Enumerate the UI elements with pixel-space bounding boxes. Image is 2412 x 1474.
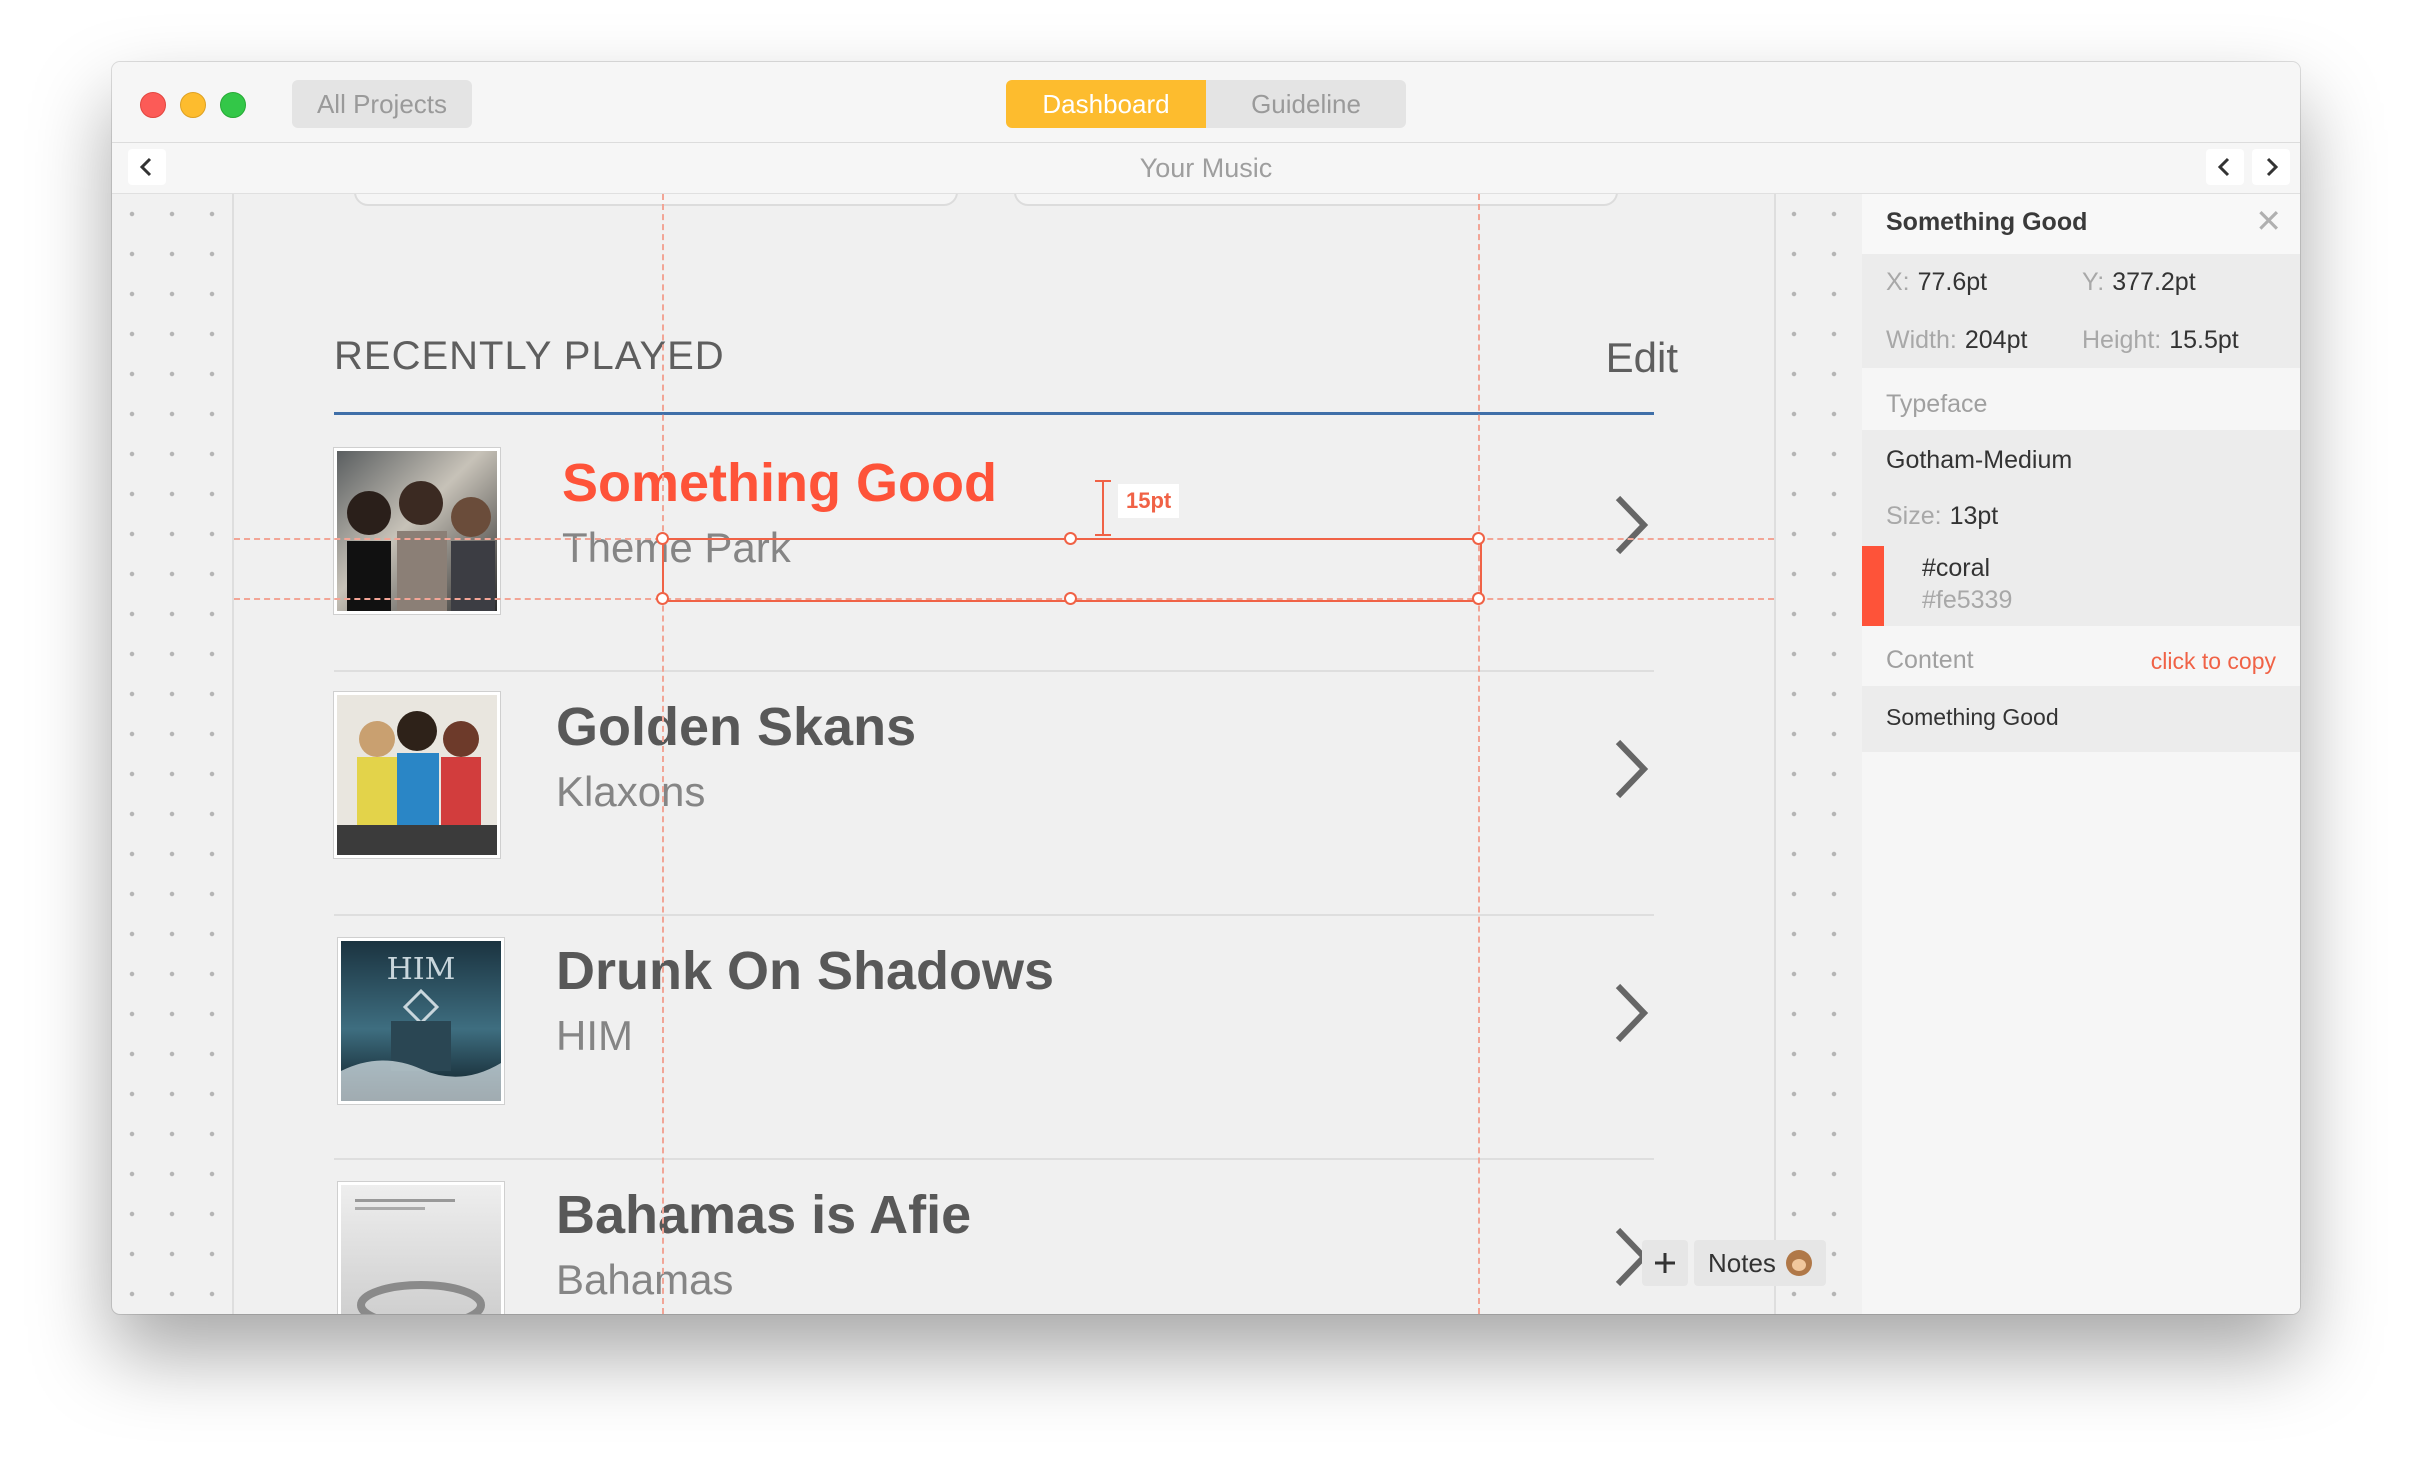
inspector-panel: Something Good ✕ X: 77.6pt Y: 377.2pt Widt… — [1862, 194, 2300, 1314]
content-value[interactable]: Something Good — [1886, 704, 2059, 731]
close-icon[interactable]: ✕ — [2255, 202, 2282, 240]
spacing-measure — [1095, 480, 1111, 536]
list-item[interactable]: Golden Skans Klaxons — [334, 672, 1654, 916]
album-cover: HIM — [338, 938, 504, 1104]
inspector-title: Something Good — [1886, 208, 2088, 236]
chevron-right-icon[interactable] — [1604, 978, 1654, 1048]
song-title[interactable]: Golden Skans — [556, 696, 916, 758]
edit-button[interactable]: Edit — [1606, 334, 1678, 382]
zoom-window-button[interactable] — [220, 92, 246, 118]
resize-handle[interactable] — [1472, 532, 1485, 545]
song-title[interactable]: Drunk On Shadows — [556, 940, 1054, 1002]
resize-handle[interactable] — [656, 532, 669, 545]
screen-title: Your Music — [1139, 153, 1273, 183]
chevron-right-icon[interactable] — [1604, 734, 1654, 804]
monkey-icon — [1785, 1250, 1812, 1276]
album-cover — [334, 448, 500, 614]
y-position[interactable]: Y: 377.2pt — [2082, 268, 2196, 297]
dotted-margin-left — [112, 194, 230, 1314]
chevron-right-icon[interactable] — [1604, 490, 1654, 560]
resize-handle[interactable] — [656, 592, 669, 605]
all-projects-button[interactable]: All Projects — [292, 80, 472, 128]
titlebar: All Projects Dashboard Guideline — [112, 62, 2300, 143]
tab-guideline[interactable]: Guideline — [1206, 80, 1406, 128]
add-note-button[interactable] — [1642, 1240, 1688, 1286]
font-size[interactable]: Size: 13pt — [1886, 502, 1998, 531]
list-item[interactable]: HIM Drunk On Shadows HIM — [334, 916, 1654, 1160]
close-window-button[interactable] — [140, 92, 166, 118]
artist-name[interactable]: Klaxons — [556, 768, 705, 816]
content-block: Something Good — [1862, 686, 2300, 752]
dotted-margin-right — [1774, 194, 1862, 1314]
chevron-left-icon — [2217, 157, 2230, 177]
resize-handle[interactable] — [1472, 592, 1485, 605]
cover-text: HIM — [387, 952, 456, 987]
spacing-label: 15pt — [1118, 484, 1180, 518]
next-screen-button[interactable] — [2252, 149, 2290, 185]
plus-icon — [1655, 1253, 1675, 1273]
guide-line-vertical — [662, 194, 664, 1314]
chevron-right-icon — [2266, 157, 2279, 177]
typeface-block: Gotham-Medium Size: 13pt #coral #fe5339 — [1862, 430, 2300, 626]
album-cover — [338, 1182, 504, 1314]
geometry-block: X: 77.6pt Y: 377.2pt Width: 204pt Height: 15… — [1862, 254, 2300, 368]
design-canvas[interactable]: RECENTLY PLAYED Edit Something Good Them… — [232, 194, 1776, 1314]
section-title[interactable]: RECENTLY PLAYED — [334, 334, 725, 379]
notes-button[interactable]: Notes — [1694, 1240, 1826, 1286]
inspector-header: Something Good ✕ — [1862, 194, 2300, 254]
copy-content-link[interactable]: click to copy — [2151, 648, 2276, 675]
app-window: All Projects Dashboard Guideline Your Mu… — [112, 62, 2300, 1314]
height-value[interactable]: Height: 15.5pt — [2082, 326, 2239, 355]
typeface-label: Typeface — [1886, 390, 1988, 418]
song-title[interactable]: Bahamas is Afie — [556, 1184, 971, 1246]
color-swatch[interactable] — [1862, 546, 1884, 626]
song-title[interactable]: Something Good — [562, 452, 997, 514]
artist-name[interactable]: HIM — [556, 1012, 633, 1060]
content-label: Content — [1886, 646, 1974, 674]
notes-toolbar: Notes — [1642, 1240, 1826, 1286]
resize-handle[interactable] — [1064, 532, 1077, 545]
color-hex[interactable]: #fe5339 — [1922, 586, 2012, 615]
selection-underline — [334, 412, 1654, 415]
album-cover — [334, 692, 500, 858]
typeface-value[interactable]: Gotham-Medium — [1886, 446, 2072, 475]
resize-handle[interactable] — [1064, 592, 1077, 605]
navbar: Your Music — [112, 143, 2300, 194]
tab-dashboard[interactable]: Dashboard — [1006, 80, 1206, 128]
card-fragment — [1014, 194, 1618, 206]
notes-label: Notes — [1708, 1247, 1776, 1278]
artist-name[interactable]: Bahamas — [556, 1256, 733, 1304]
card-fragment — [354, 194, 958, 206]
minimize-window-button[interactable] — [180, 92, 206, 118]
prev-screen-button[interactable] — [2206, 149, 2244, 185]
guide-line-vertical — [1478, 194, 1480, 1314]
width-value[interactable]: Width: 204pt — [1886, 326, 2027, 355]
color-name[interactable]: #coral — [1922, 554, 1990, 583]
list-item[interactable]: Bahamas is Afie Bahamas — [334, 1160, 1654, 1314]
x-position[interactable]: X: 77.6pt — [1886, 268, 1987, 297]
